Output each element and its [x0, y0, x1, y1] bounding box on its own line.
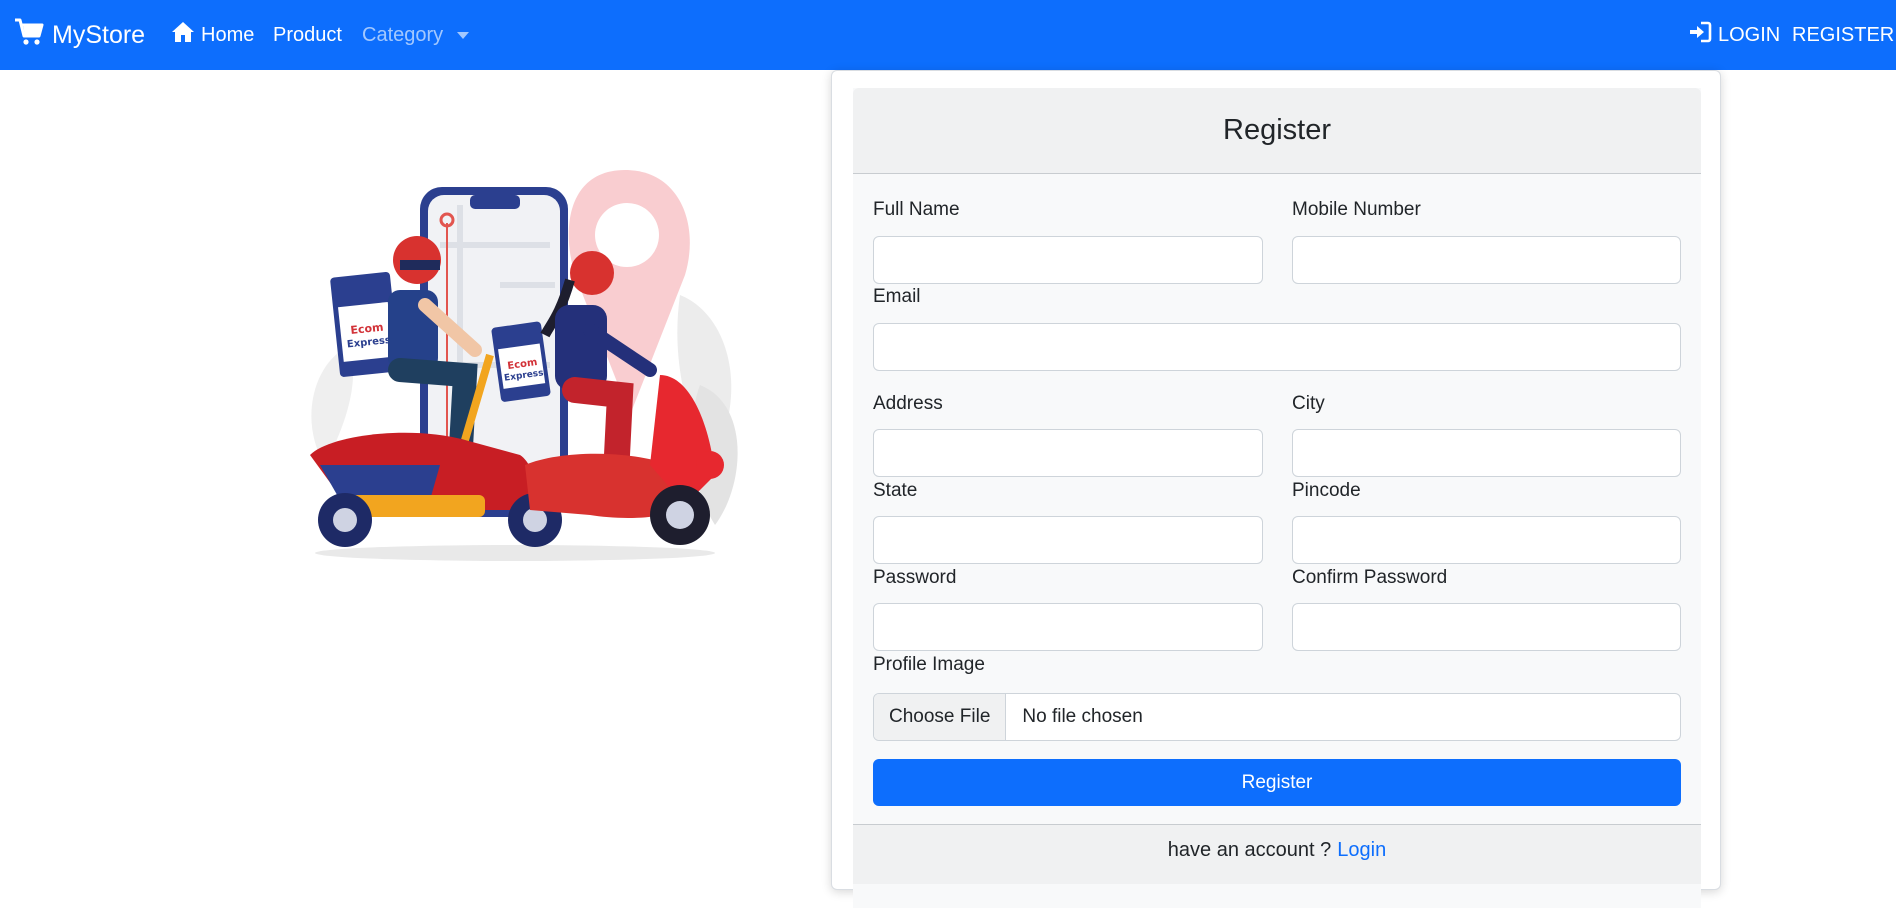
mobile-number-label: Mobile Number: [1292, 199, 1421, 220]
state-label: State: [873, 480, 918, 501]
profile-image-file-input[interactable]: Choose File No file chosen: [873, 693, 1681, 741]
address-field[interactable]: [873, 429, 1263, 477]
confirm-password-label: Confirm Password: [1292, 567, 1448, 588]
sign-in-icon: [1688, 21, 1712, 49]
nav-home-label: Home: [201, 23, 255, 46]
city-label: City: [1292, 393, 1325, 414]
address-label: Address: [873, 393, 943, 414]
full-name-label: Full Name: [873, 199, 960, 220]
home-icon: [171, 21, 195, 49]
nav-category-dropdown[interactable]: Category: [362, 0, 470, 70]
email-field[interactable]: [873, 323, 1681, 371]
mobile-number-field[interactable]: [1292, 236, 1681, 284]
confirm-password-field[interactable]: [1292, 603, 1681, 651]
nav-login-link[interactable]: LOGIN: [1688, 0, 1780, 70]
password-field[interactable]: [873, 603, 1263, 651]
state-field[interactable]: [873, 516, 1263, 564]
footer-have-account-text: have an account ?: [1167, 839, 1332, 861]
cart-icon: [14, 18, 44, 53]
register-card-footer: have an account ? Login: [853, 824, 1701, 884]
nav-product-link[interactable]: Product: [273, 0, 342, 70]
register-title: Register: [1223, 114, 1331, 146]
brand-name: MyStore: [52, 20, 146, 49]
register-card-header: Register: [853, 88, 1701, 174]
choose-file-button[interactable]: Choose File: [874, 694, 1007, 740]
brand-link[interactable]: MyStore: [14, 0, 145, 70]
city-field[interactable]: [1292, 429, 1681, 477]
register-submit-button[interactable]: Register: [873, 759, 1681, 806]
full-name-field[interactable]: [873, 236, 1263, 284]
pincode-field[interactable]: [1292, 516, 1681, 564]
delivery-scooter-illustration: Ecom Express Ecom Express: [290, 165, 760, 565]
nav-register-label: REGISTER: [1792, 23, 1895, 46]
nav-home-link[interactable]: Home: [171, 0, 254, 70]
email-label: Email: [873, 286, 921, 307]
pincode-label: Pincode: [1292, 480, 1361, 501]
register-card: Register Full Name Mobile Number Email A…: [831, 70, 1721, 908]
chevron-down-icon: [457, 31, 470, 39]
footer-login-link[interactable]: Login: [1337, 839, 1386, 884]
nav-register-link[interactable]: REGISTER: [1792, 0, 1894, 70]
top-navbar: MyStore Home Product Category LOGIN REGI…: [0, 0, 1896, 70]
nav-login-label: LOGIN: [1718, 23, 1781, 46]
profile-image-label: Profile Image: [873, 654, 985, 675]
password-label: Password: [873, 567, 957, 588]
register-card-body: Register Full Name Mobile Number Email A…: [853, 88, 1701, 908]
nav-product-label: Product: [273, 23, 342, 46]
file-status-text: No file chosen: [1022, 706, 1143, 727]
nav-category-label: Category: [362, 23, 444, 46]
